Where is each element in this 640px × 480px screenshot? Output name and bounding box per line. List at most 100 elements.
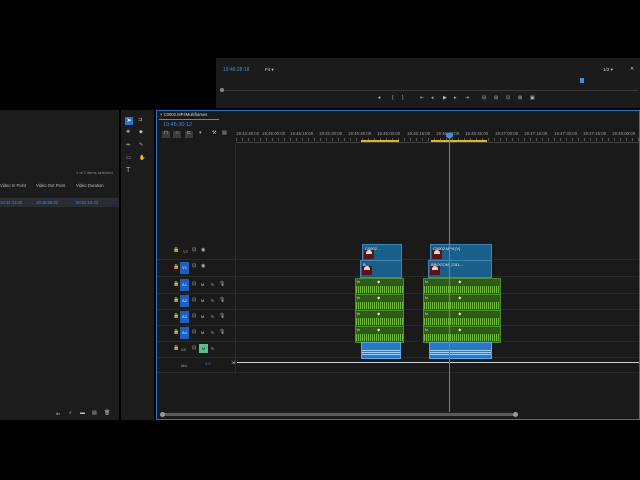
sync-lock-icon[interactable]: ⊡ <box>192 314 196 319</box>
solo-button[interactable]: S <box>211 330 214 335</box>
sync-lock-icon[interactable]: ⊡ <box>192 298 196 303</box>
mic-icon[interactable]: 🎙 <box>219 298 225 303</box>
selection-tool-icon[interactable]: ➤ <box>125 117 133 125</box>
clip-a4-left[interactable]: fx ◆ <box>355 326 404 343</box>
razor-icon[interactable]: ◆ <box>139 130 143 135</box>
mark-out-icon[interactable]: } <box>402 96 404 101</box>
scrub-bar[interactable] <box>222 90 638 91</box>
trash-icon[interactable]: 🗑 <box>104 411 110 416</box>
lock-icon[interactable]: 🔒 <box>173 346 179 351</box>
insert-icon[interactable]: ⊟ <box>482 96 486 101</box>
nest-icon[interactable]: ⊓ <box>162 131 170 138</box>
search-icon[interactable]: ⌕ <box>69 411 72 416</box>
clip-v1-left[interactable]: B... <box>360 260 402 278</box>
lift-icon[interactable]: ⊡ <box>506 96 510 101</box>
rectangle-tool-icon[interactable]: ▭ <box>126 156 131 161</box>
scrub-start[interactable] <box>220 88 224 92</box>
clip-a4-right[interactable]: fx ◆ <box>423 326 501 343</box>
mute-button[interactable]: M <box>201 314 204 319</box>
ripple-edit-icon[interactable]: ✥ <box>126 130 130 135</box>
snap-icon[interactable]: ∩ <box>173 131 181 138</box>
playhead-marker[interactable] <box>580 78 584 83</box>
tab-timeline[interactable]: × C0002.MP4Multiframes <box>160 112 207 117</box>
mute-button[interactable]: M <box>201 282 204 287</box>
column-video-duration[interactable]: Video Duration <box>76 183 104 188</box>
eye-icon[interactable]: ◉ <box>201 248 205 253</box>
clip-a1-right[interactable]: fx ◆ <box>423 278 501 295</box>
step-back-icon[interactable]: ◂ <box>431 96 434 101</box>
sync-lock-icon[interactable]: ⊡ <box>192 330 196 335</box>
export-frame-icon[interactable]: ▣ <box>530 96 535 101</box>
time-ruler[interactable]: 19:44:45:00 19:45:00:00 19:45:15:00 19:4… <box>236 130 640 143</box>
extract-icon[interactable]: ⊠ <box>518 96 522 101</box>
clip-a3-left[interactable]: fx ◆ <box>355 310 404 327</box>
track-tag-a4[interactable]: A4 <box>180 327 189 339</box>
solo-button[interactable]: S <box>211 314 214 319</box>
zoom-select[interactable]: Fit ▾ <box>265 67 274 73</box>
mic-icon[interactable]: 🎙 <box>219 282 225 287</box>
sync-lock-icon[interactable]: ⊡ <box>192 248 196 253</box>
eye-icon[interactable]: ◉ <box>201 264 205 269</box>
marker-icon[interactable]: ● <box>378 96 381 101</box>
solo-button[interactable]: S <box>211 346 214 351</box>
linked-selection-icon[interactable]: ⊏ <box>185 131 193 138</box>
clip-a2-left[interactable]: fx ◆ <box>355 294 404 311</box>
clip-v2-right[interactable]: C0002.MP4 [V] <box>430 244 492 261</box>
track-tag-a5[interactable]: A5 <box>181 347 186 352</box>
lock-icon[interactable]: 🔒 <box>173 314 179 319</box>
clip-v2-left[interactable]: C0002... <box>362 244 402 261</box>
sync-lock-icon[interactable]: ⊡ <box>192 282 196 287</box>
sync-lock-icon[interactable]: ⊡ <box>192 264 196 269</box>
clip-a5-left[interactable] <box>361 342 401 359</box>
solo-button[interactable]: S <box>211 298 214 303</box>
go-to-out-icon[interactable]: ⇥ <box>465 96 469 101</box>
track-tag-a1[interactable]: A1 <box>180 279 189 291</box>
mic-icon[interactable]: 🎙 <box>219 330 225 335</box>
track-tag-a3[interactable]: A3 <box>180 311 189 323</box>
resolution-select[interactable]: 1/2 ▾ <box>603 67 613 73</box>
clip-a5-right[interactable] <box>429 342 492 359</box>
scroll-handle-right[interactable] <box>513 412 518 417</box>
mix-value[interactable]: 0.0 <box>205 361 211 366</box>
solo-button[interactable]: S <box>211 282 214 287</box>
scroll-handle-left[interactable] <box>160 412 165 417</box>
mute-button[interactable]: M <box>201 298 204 303</box>
track-tag-a2[interactable]: A2 <box>180 295 189 307</box>
lock-icon[interactable]: 🔒 <box>173 298 179 303</box>
track-tag-v2[interactable]: V2 <box>183 249 188 254</box>
mic-icon[interactable]: 🎙 <box>219 314 225 319</box>
new-item-icon[interactable]: ▤ <box>92 411 97 416</box>
sync-lock-icon[interactable]: ⊡ <box>192 346 196 351</box>
mute-button-active[interactable]: M <box>199 344 208 353</box>
timeline-timecode[interactable]: 19:46:30:12 <box>163 122 192 128</box>
column-video-out[interactable]: Video Out Point <box>36 183 65 188</box>
go-to-in-icon[interactable]: ⇤ <box>420 96 424 101</box>
lock-icon[interactable]: 🔒 <box>173 265 179 270</box>
lock-icon[interactable]: 🔒 <box>173 248 179 253</box>
step-forward-icon[interactable]: ▸ <box>454 96 457 101</box>
pen-tool-icon[interactable]: ✎ <box>139 143 143 148</box>
column-video-in[interactable]: Video In Point <box>0 183 26 188</box>
lock-icon[interactable]: 🔒 <box>173 282 179 287</box>
type-tool-icon[interactable]: T <box>126 167 130 174</box>
clip-v1-right[interactable]: BROCOM_2311... <box>428 260 492 278</box>
play-icon[interactable]: ▶ <box>443 96 447 101</box>
wrench-icon[interactable]: ⚒ <box>212 131 216 136</box>
wrench-icon[interactable]: ✕ <box>630 66 634 72</box>
marker-add-icon[interactable]: ▾ <box>199 131 202 136</box>
clip-a1-left[interactable]: fx ◆ <box>355 278 404 295</box>
slip-tool-icon[interactable]: ⇹ <box>126 143 130 148</box>
track-select-icon[interactable]: ⇉ <box>138 118 142 123</box>
program-timecode[interactable]: 19:46:28:18 <box>223 67 249 73</box>
mark-in-icon[interactable]: { <box>392 96 394 101</box>
clip-a3-right[interactable]: fx ◆ <box>423 310 501 327</box>
timeline-scrollbar[interactable] <box>162 413 516 416</box>
hand-tool-icon[interactable]: ✋ <box>139 156 145 161</box>
keyframe-icon[interactable]: ⇲ <box>231 361 235 366</box>
new-bin-icon[interactable]: ▬ <box>80 411 85 416</box>
lock-icon[interactable]: 🔒 <box>173 330 179 335</box>
track-tag-v1[interactable]: V1 <box>180 262 189 274</box>
clip-a2-right[interactable]: fx ◆ <box>423 294 501 311</box>
overwrite-icon[interactable]: ⊞ <box>494 96 498 101</box>
mute-button[interactable]: M <box>201 330 204 335</box>
